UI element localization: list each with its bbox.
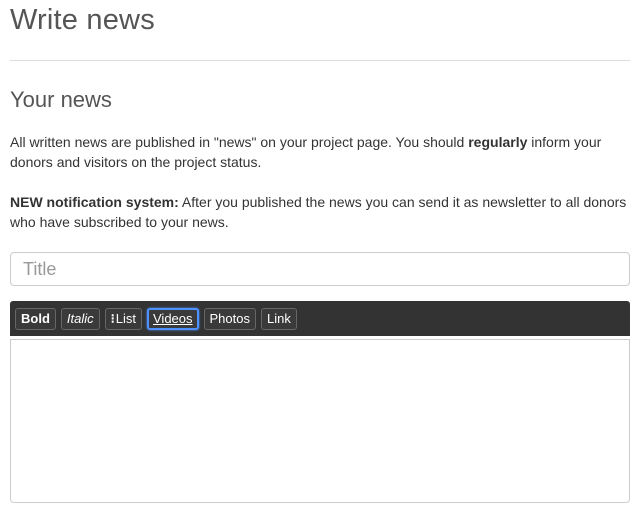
videos-button[interactable]: Videos xyxy=(147,307,199,330)
write-news-page: Write news Your news All written news ar… xyxy=(0,0,641,512)
link-button[interactable]: Link xyxy=(261,307,297,330)
section-title: Your news xyxy=(10,87,112,112)
photos-button[interactable]: Photos xyxy=(203,307,256,330)
intro-text: All written news are published in "news"… xyxy=(10,134,469,150)
intro-paragraph: All written news are published in "news"… xyxy=(10,132,630,172)
news-body-textarea[interactable] xyxy=(10,339,630,503)
list-icon: ⁝ xyxy=(110,310,115,326)
title-input[interactable] xyxy=(10,252,630,286)
list-button-label: List xyxy=(115,310,136,326)
editor-toolbar: Bold Italic ⁝ List Videos Photos Link xyxy=(10,301,630,336)
italic-button[interactable]: Italic xyxy=(60,307,100,330)
notice-bold-text: NEW notification system: xyxy=(10,194,179,210)
notice-paragraph: NEW notification system: After you publi… xyxy=(10,192,630,232)
header-divider xyxy=(10,60,630,61)
page-title: Write news xyxy=(10,4,155,36)
list-button[interactable]: ⁝ List xyxy=(104,307,142,330)
bold-button[interactable]: Bold xyxy=(15,307,56,330)
intro-bold-text: regularly xyxy=(468,134,528,150)
